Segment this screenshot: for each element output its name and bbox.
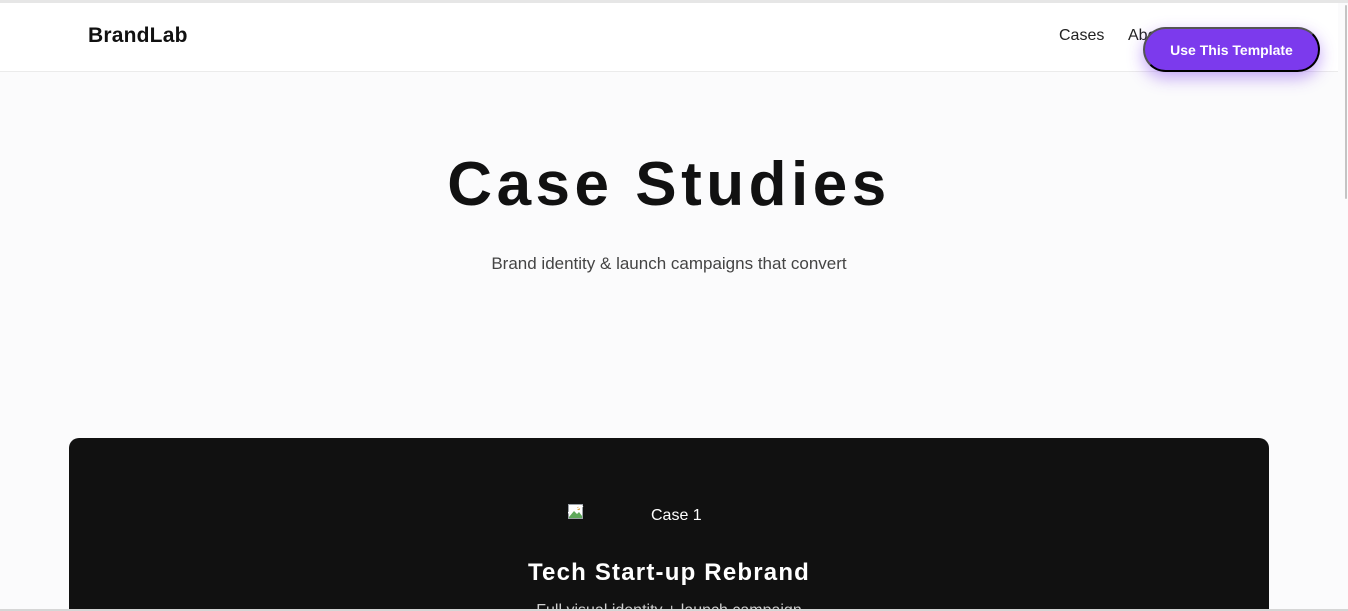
case-image[interactable]: Case 1 <box>568 504 708 526</box>
page-subtitle: Brand identity & launch campaigns that c… <box>491 254 847 273</box>
page-scrollbar[interactable] <box>1338 3 1348 609</box>
site-header: BrandLab Cases About <box>0 3 1338 72</box>
case-card[interactable]: Case 1 Tech Start-up Rebrand Full visual… <box>69 438 1269 611</box>
use-template-button[interactable]: Use This Template <box>1143 27 1320 72</box>
case-image-alt-text: Case 1 <box>651 507 702 524</box>
broken-image-icon <box>568 504 584 520</box>
scrollbar-thumb[interactable] <box>1345 5 1347 199</box>
nav-link-cases[interactable]: Cases <box>1059 27 1104 45</box>
page: BrandLab Cases About Use This Template C… <box>0 0 1348 611</box>
case-title[interactable]: Tech Start-up Rebrand <box>69 559 1269 587</box>
page-title: Case Studies <box>447 150 891 219</box>
brand-logo[interactable]: BrandLab <box>88 24 188 48</box>
case-description: Full visual identity + launch campaign <box>536 602 802 611</box>
